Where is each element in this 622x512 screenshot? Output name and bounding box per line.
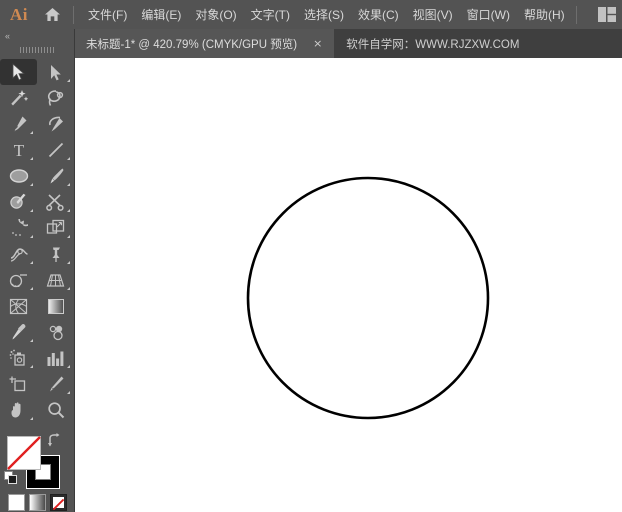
- tab-watermark: 软件自学网：WWW.RJZXW.COM: [334, 29, 622, 58]
- rotate-tool[interactable]: [0, 215, 37, 241]
- menu-file[interactable]: 文件(F): [81, 2, 134, 27]
- panel-grip[interactable]: [0, 43, 74, 57]
- tool-flyout-indicator: [67, 209, 70, 212]
- perspective-grid-tool[interactable]: [37, 267, 74, 293]
- tool-flyout-indicator: [67, 365, 70, 368]
- menu-window[interactable]: 窗口(W): [460, 2, 517, 27]
- fill-stroke-swatches: [0, 431, 73, 489]
- tab-document-active[interactable]: 未标题-1* @ 420.79% (CMYK/GPU 预览) ×: [74, 29, 335, 58]
- ellipse-shape[interactable]: [246, 176, 490, 420]
- none-slash-icon: [52, 498, 65, 511]
- canvas-svg: [246, 176, 490, 420]
- paintbrush-tool[interactable]: [37, 163, 74, 189]
- fill-mode-buttons: [8, 494, 67, 511]
- menu-bar: Ai 文件(F) 编辑(E) 对象(O) 文字(T) 选择(S) 效果(C) 视…: [0, 0, 622, 29]
- shaper-tool[interactable]: [0, 189, 37, 215]
- scissors-tool[interactable]: [37, 189, 74, 215]
- tool-flyout-indicator: [67, 261, 70, 264]
- close-icon[interactable]: ×: [309, 37, 326, 50]
- hand-tool[interactable]: [0, 397, 37, 423]
- menu-select[interactable]: 选择(S): [297, 2, 351, 27]
- pen-tool[interactable]: [0, 111, 37, 137]
- tool-flyout-indicator: [67, 235, 70, 238]
- tool-flyout-indicator: [30, 183, 33, 186]
- menu-edit[interactable]: 编辑(E): [134, 2, 188, 27]
- scale-tool[interactable]: [37, 215, 74, 241]
- tool-flyout-indicator: [30, 287, 33, 290]
- menu-help[interactable]: 帮助(H): [517, 2, 572, 27]
- default-fill-stroke-icon[interactable]: [4, 471, 18, 485]
- tool-flyout-indicator: [67, 183, 70, 186]
- artboard-canvas[interactable]: [74, 58, 622, 512]
- zoom-tool[interactable]: [37, 397, 74, 423]
- tool-flyout-indicator: [30, 131, 33, 134]
- ai-logo: Ai: [10, 4, 28, 24]
- shape-builder-tool[interactable]: [0, 267, 37, 293]
- collapse-panel-icon[interactable]: «: [0, 29, 74, 43]
- swap-fill-stroke-icon[interactable]: [47, 433, 61, 447]
- illustrator-window: Ai 文件(F) 编辑(E) 对象(O) 文字(T) 选择(S) 效果(C) 视…: [0, 0, 622, 512]
- slice-tool[interactable]: [37, 371, 74, 397]
- width-tool[interactable]: [0, 241, 37, 267]
- symbol-sprayer-tool[interactable]: [0, 345, 37, 371]
- gradient-mode-button[interactable]: [29, 494, 46, 511]
- none-mode-button[interactable]: [50, 494, 67, 511]
- tool-flyout-indicator: [30, 417, 33, 420]
- svg-text:T: T: [13, 141, 24, 159]
- menu-type[interactable]: 文字(T): [244, 2, 297, 27]
- line-segment-tool[interactable]: [37, 137, 74, 163]
- tool-flyout-indicator: [30, 157, 33, 160]
- menubar-divider-right: [575, 5, 577, 24]
- tool-flyout-indicator: [30, 209, 33, 212]
- tool-flyout-indicator: [67, 391, 70, 394]
- menu-effect[interactable]: 效果(C): [351, 2, 406, 27]
- tool-flyout-indicator: [30, 235, 33, 238]
- curvature-tool[interactable]: [37, 111, 74, 137]
- free-transform-tool[interactable]: [37, 241, 74, 267]
- menu-object[interactable]: 对象(O): [188, 2, 243, 27]
- tool-flyout-indicator: [30, 365, 33, 368]
- mesh-tool[interactable]: [0, 293, 37, 319]
- watermark-text: 软件自学网：WWW.RJZXW.COM: [346, 38, 520, 51]
- tools-panel: « T: [0, 29, 75, 512]
- type-tool[interactable]: T: [0, 137, 37, 163]
- blend-tool[interactable]: [37, 319, 74, 345]
- workspace-switcher-icon[interactable]: [598, 7, 616, 22]
- gradient-tool[interactable]: [37, 293, 74, 319]
- direct-selection-tool[interactable]: [37, 59, 74, 85]
- selection-tool[interactable]: [0, 59, 37, 85]
- home-icon[interactable]: [38, 0, 66, 29]
- tool-flyout-indicator: [67, 79, 70, 82]
- artboard-tool[interactable]: [0, 371, 37, 397]
- fill-swatch[interactable]: [7, 436, 41, 470]
- tool-flyout-indicator: [67, 287, 70, 290]
- column-graph-tool[interactable]: [37, 345, 74, 371]
- eyedropper-tool[interactable]: [0, 319, 37, 345]
- ellipse-tool[interactable]: [0, 163, 37, 189]
- lasso-tool[interactable]: [37, 85, 74, 111]
- tool-flyout-indicator: [67, 157, 70, 160]
- document-tab-bar: 未标题-1* @ 420.79% (CMYK/GPU 预览) × 软件自学网：W…: [0, 29, 622, 58]
- tab-title: 未标题-1* @ 420.79% (CMYK/GPU 预览): [86, 38, 298, 51]
- magic-wand-tool[interactable]: [0, 85, 37, 111]
- none-slash-icon: [7, 436, 41, 470]
- tool-flyout-indicator: [30, 261, 33, 264]
- tool-flyout-indicator: [30, 339, 33, 342]
- menu-view[interactable]: 视图(V): [406, 2, 460, 27]
- tool-grid: T: [0, 59, 74, 423]
- menubar-divider: [73, 5, 74, 24]
- color-mode-button[interactable]: [8, 494, 25, 511]
